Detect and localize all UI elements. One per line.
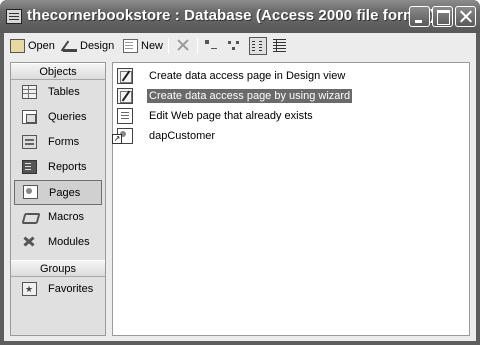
list-item[interactable]: Create data access page by using wizard — [117, 87, 353, 105]
close-button[interactable] — [455, 6, 476, 27]
objects-item-reports[interactable]: Reports — [11, 155, 105, 180]
toolbar-separator — [168, 38, 169, 54]
objects-item-label: Queries — [48, 111, 87, 123]
objects-header[interactable]: Objects — [11, 63, 105, 80]
list-view-icon[interactable] — [249, 37, 267, 55]
title-bar[interactable]: thecornerbookstore : Database (Access 20… — [0, 0, 480, 33]
database-window: thecornerbookstore : Database (Access 20… — [0, 0, 480, 345]
objects-list: Tables Queries Forms Reports Pages Macros Modu… — [11, 80, 105, 255]
query-icon — [22, 110, 37, 124]
open-label: Open — [28, 40, 55, 52]
list-item-label: Edit Web page that already exists — [149, 110, 313, 122]
objects-item-label: Reports — [48, 161, 87, 173]
favorites-icon — [22, 277, 37, 302]
form-icon — [22, 135, 37, 149]
delete-icon[interactable] — [176, 38, 190, 52]
web-page-icon — [117, 108, 133, 124]
objects-item-macros[interactable]: Macros — [11, 205, 105, 230]
design-label: Design — [80, 40, 115, 52]
open-icon — [10, 39, 25, 53]
list-item[interactable]: Create data access page in Design view — [117, 67, 347, 85]
new-icon — [123, 39, 138, 53]
new-button[interactable]: New — [123, 36, 163, 56]
small-icons-view-icon[interactable] — [226, 37, 244, 55]
module-icon — [22, 235, 37, 249]
objects-item-label: Tables — [48, 86, 80, 98]
objects-item-label: Forms — [48, 136, 80, 148]
open-button[interactable]: Open — [10, 36, 55, 56]
design-button[interactable]: Design — [62, 36, 114, 56]
new-label: New — [141, 40, 164, 52]
object-list-pane: Create data access page in Design view Cr… — [112, 62, 470, 336]
toolbar: Open Design New — [4, 33, 476, 59]
objects-item-modules[interactable]: Modules — [11, 230, 105, 255]
window-client: Open Design New Objects Tables Queries For… — [4, 33, 476, 341]
groups-item-favorites[interactable]: Favorites — [11, 277, 105, 302]
groups-item-label: Favorites — [48, 283, 94, 295]
design-icon — [62, 39, 77, 53]
list-item[interactable]: Edit Web page that already exists — [117, 107, 315, 125]
objects-item-queries[interactable]: Queries — [11, 105, 105, 130]
page-shortcut-icon — [112, 128, 133, 144]
list-item-label: Create data access page in Design view — [149, 70, 346, 82]
objects-item-label: Macros — [48, 211, 85, 223]
minimize-button[interactable] — [409, 6, 430, 27]
page-icon — [23, 185, 38, 199]
toolbar-separator — [197, 38, 198, 54]
objects-item-label: Pages — [49, 187, 81, 199]
groups-list: Favorites — [11, 277, 105, 302]
objects-item-label: Modules — [48, 236, 90, 248]
list-item-label: dapCustomer — [149, 130, 216, 142]
window-title: thecornerbookstore : Database (Access 20… — [27, 7, 436, 24]
list-item-label: Create data access page by using wizard — [147, 89, 353, 103]
macro-icon — [22, 210, 37, 224]
objects-bar: Objects Tables Queries Forms Reports Pages Ma… — [10, 62, 106, 336]
table-icon — [22, 85, 37, 99]
groups-header[interactable]: Groups — [11, 260, 105, 277]
database-window-icon[interactable] — [6, 9, 22, 24]
objects-item-tables[interactable]: Tables — [11, 80, 105, 105]
wizard-icon — [117, 88, 133, 104]
list-item[interactable]: dapCustomer — [112, 127, 217, 145]
design-wizard-icon — [117, 68, 133, 84]
report-icon — [22, 160, 37, 174]
objects-item-pages[interactable]: Pages — [14, 180, 102, 205]
maximize-button[interactable] — [432, 6, 453, 27]
details-view-icon[interactable] — [271, 37, 289, 55]
objects-item-forms[interactable]: Forms — [11, 130, 105, 155]
large-icons-view-icon[interactable] — [203, 37, 221, 55]
